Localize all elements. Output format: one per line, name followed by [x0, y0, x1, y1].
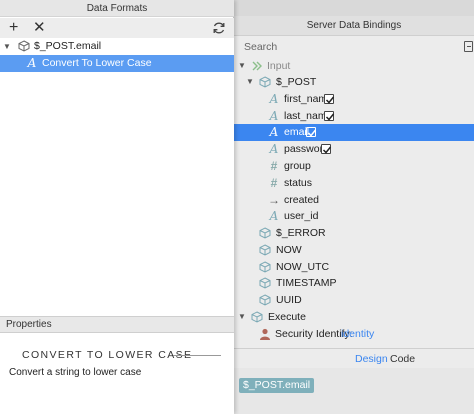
number-type-icon: # — [270, 159, 278, 173]
chevron-down-icon[interactable]: ▼ — [3, 38, 11, 55]
server-data-bindings-panel: Server Data Bindings Search ▼ Input ▼ $_… — [234, 0, 474, 414]
checkbox-last-name[interactable] — [324, 111, 335, 121]
tree-item-label: UUID — [276, 294, 302, 306]
tree-item-status[interactable]: # status — [234, 175, 474, 191]
tab-design[interactable]: Design — [355, 353, 388, 365]
tree-item-label: Convert To Lower Case — [42, 57, 152, 69]
cube-icon — [259, 277, 271, 289]
cube-icon — [251, 311, 263, 323]
search-input[interactable]: Search — [244, 41, 277, 53]
tree-item-last-name[interactable]: A last_name — [234, 108, 474, 124]
tab-code[interactable]: Code — [390, 353, 415, 365]
binding-pill[interactable]: $_POST.email — [239, 378, 315, 393]
tree-item-first-name[interactable]: A first_name — [234, 91, 474, 107]
tree-item-label: $_POST — [276, 76, 317, 88]
design-code-tabs: Design Code — [234, 350, 474, 366]
input-chevrons-icon — [251, 60, 263, 72]
tree-item-label: NOW — [276, 244, 302, 256]
tree-item-label: Execute — [268, 311, 306, 323]
tree-item-now[interactable]: NOW — [234, 242, 474, 258]
delete-button[interactable]: ✕ — [33, 19, 46, 37]
collapse-all-icon[interactable] — [464, 41, 473, 52]
tree-item-post[interactable]: ▼ $_POST — [234, 74, 474, 90]
cube-icon — [259, 244, 271, 256]
properties-title: CONVERT TO LOWER CASE — [22, 349, 193, 361]
refresh-icon[interactable] — [212, 21, 226, 35]
date-arrow-icon: → — [268, 193, 280, 207]
tree-item-convert-to-lower-case[interactable]: A Convert To Lower Case — [0, 55, 234, 72]
chevron-down-icon[interactable]: ▼ — [237, 58, 247, 74]
tree-item-email[interactable]: A email — [234, 124, 474, 141]
cube-icon — [259, 294, 271, 306]
tree-item-user-id[interactable]: A user_id — [234, 208, 474, 224]
chevron-down-icon[interactable]: ▼ — [245, 74, 255, 90]
checkbox-password[interactable] — [321, 144, 332, 154]
bindings-panel-title: Server Data Bindings — [234, 16, 474, 36]
cube-icon — [18, 40, 30, 52]
tree-item-error[interactable]: $_ERROR — [234, 225, 474, 241]
tree-item-now-utc[interactable]: NOW_UTC — [234, 259, 474, 275]
panel-top-strip — [234, 0, 474, 16]
chevron-down-icon[interactable]: ▼ — [237, 309, 247, 325]
tree-item-label: user_id — [284, 210, 319, 222]
tree-item-password[interactable]: A password — [234, 141, 474, 157]
tree-item-label: Input — [267, 60, 291, 72]
tree-item-security[interactable]: Security Identify: identity — [234, 326, 474, 342]
search-bar[interactable]: Search — [234, 37, 474, 57]
properties-body: CONVERT TO LOWER CASE Convert a string t… — [0, 333, 234, 414]
security-identity-link[interactable]: identity — [341, 326, 374, 342]
cube-icon — [259, 261, 271, 273]
data-formats-title: Data Formats — [0, 0, 234, 17]
tree-item-execute[interactable]: ▼ Execute — [234, 309, 474, 325]
add-button[interactable]: + — [9, 19, 18, 37]
tree-item-label: status — [284, 177, 313, 189]
properties-header: Properties — [0, 316, 234, 333]
data-formats-panel: Data Formats + ✕ ▼ $_POST.email A Conver… — [0, 0, 234, 414]
text-format-icon: A — [27, 56, 37, 70]
data-formats-toolbar: + ✕ — [0, 18, 234, 38]
tree-item-label: created — [284, 194, 320, 206]
cube-icon — [259, 227, 271, 239]
tree-item-post-email[interactable]: ▼ $_POST.email — [0, 38, 234, 55]
data-formats-tree: ▼ $_POST.email A Convert To Lower Case — [0, 38, 234, 316]
title-underline — [173, 355, 221, 356]
tree-item-label: $_POST.email — [34, 40, 102, 52]
checkbox-first-name[interactable] — [324, 94, 335, 104]
text-type-icon: A — [269, 142, 279, 156]
divider — [234, 348, 474, 349]
tree-item-timestamp[interactable]: TIMESTAMP — [234, 275, 474, 291]
text-type-icon: A — [269, 125, 279, 139]
binding-footer: $_POST.email — [234, 368, 474, 414]
text-type-icon: A — [269, 92, 279, 106]
text-type-icon: A — [269, 109, 279, 123]
user-icon — [259, 328, 271, 340]
text-type-icon: A — [269, 209, 279, 223]
tree-item-group[interactable]: # group — [234, 158, 474, 174]
tree-item-input[interactable]: ▼ Input — [234, 58, 474, 74]
tree-item-label: $_ERROR — [276, 227, 326, 239]
number-type-icon: # — [270, 176, 278, 190]
tree-item-label: TIMESTAMP — [276, 277, 337, 289]
checkbox-email[interactable] — [306, 127, 317, 137]
cube-icon — [259, 76, 271, 88]
tree-item-uuid[interactable]: UUID — [234, 292, 474, 308]
tree-item-label: group — [284, 160, 311, 172]
tree-item-label: NOW_UTC — [276, 261, 330, 273]
tree-item-created[interactable]: → created — [234, 192, 474, 208]
properties-description: Convert a string to lower case — [9, 367, 142, 378]
